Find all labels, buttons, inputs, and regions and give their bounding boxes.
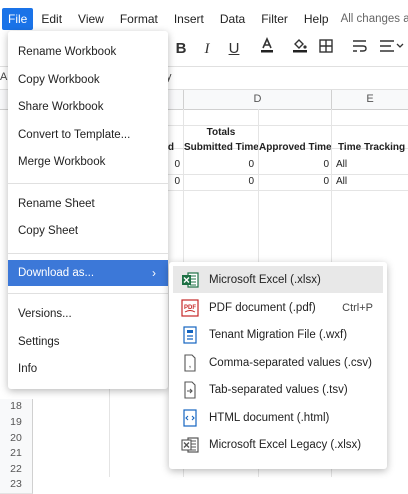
download-pdf-label: PDF document (.pdf) [209,301,316,314]
menu-edit[interactable]: Edit [33,8,70,30]
versions-item[interactable]: Versions... [8,301,168,327]
download-submenu: Microsoft Excel (.xlsx) PDF PDF document… [169,262,387,469]
download-xlsx-item[interactable]: Microsoft Excel (.xlsx) [173,266,383,293]
menu-separator [8,293,168,294]
menu-data[interactable]: Data [212,8,253,30]
column-header-d[interactable]: D [184,90,332,110]
menu-view[interactable]: View [70,8,112,30]
menu-filter[interactable]: Filter [253,8,296,30]
download-html-label: HTML document (.html) [209,411,330,424]
text-color-icon[interactable] [258,36,276,62]
row-header[interactable]: 23 [0,477,33,494]
italic-icon[interactable]: I [199,36,215,62]
download-wxf-label: Tenant Migration File (.wxf) [209,328,348,341]
time-tracking-header[interactable]: Time Tracking [338,142,408,153]
download-xlsx-label: Microsoft Excel (.xlsx) [209,273,321,286]
bold-icon[interactable]: B [172,36,190,62]
file-menu: Rename Workbook Copy Workbook Share Work… [8,31,168,389]
pdf-shortcut: Ctrl+P [342,301,373,314]
download-xlsx-legacy-item[interactable]: Microsoft Excel Legacy (.xlsx) [173,431,383,458]
rename-workbook-item[interactable]: Rename Workbook [8,39,168,65]
download-csv-item[interactable]: , Comma-separated values (.csv) [173,349,383,376]
menu-help[interactable]: Help [296,8,337,30]
merge-workbook-item[interactable]: Merge Workbook [8,149,168,175]
borders-icon[interactable] [316,36,336,62]
copy-sheet-item[interactable]: Copy Sheet [8,218,168,244]
migration-file-icon [181,325,199,344]
table-cell[interactable]: 0 [184,159,254,170]
row-header[interactable]: 21 [0,446,33,463]
excel-icon [181,271,199,289]
align-icon[interactable] [378,36,406,62]
chevron-right-icon: › [152,266,156,280]
download-xlsx-legacy-label: Microsoft Excel Legacy (.xlsx) [209,438,362,451]
totals-header[interactable]: Totals [184,127,258,138]
excel-legacy-icon [181,436,199,454]
table-cell[interactable]: 0 [184,176,254,187]
info-item[interactable]: Info [8,356,168,382]
wrap-icon[interactable] [350,36,370,62]
download-tsv-label: Tab-separated values (.tsv) [209,383,348,396]
svg-text:,: , [189,362,191,369]
menu-bar: File Edit View Format Insert Data Filter… [0,8,408,30]
download-pdf-item[interactable]: PDF PDF document (.pdf) Ctrl+P [173,294,383,321]
menu-format[interactable]: Format [112,8,166,30]
copy-workbook-item[interactable]: Copy Workbook [8,67,168,93]
table-cell[interactable]: All [336,176,406,187]
menu-insert[interactable]: Insert [166,8,212,30]
table-cell[interactable]: 0 [259,159,329,170]
settings-item[interactable]: Settings [8,329,168,355]
menu-separator [8,253,168,254]
convert-to-template-item[interactable]: Convert to Template... [8,122,168,148]
menu-separator [8,183,168,184]
row-header[interactable]: 18 [0,399,33,416]
underline-icon[interactable]: U [225,36,243,62]
fill-color-icon[interactable] [290,36,310,62]
download-as-item[interactable]: Download as... › [8,260,168,286]
table-cell[interactable]: 0 [259,176,329,187]
download-tsv-item[interactable]: Tab-separated values (.tsv) [173,376,383,403]
download-csv-label: Comma-separated values (.csv) [209,356,372,369]
column-header-e[interactable]: E [332,90,408,110]
download-html-item[interactable]: HTML document (.html) [173,404,383,431]
share-workbook-item[interactable]: Share Workbook [8,94,168,120]
submitted-time-header[interactable]: Submitted Time [184,142,258,153]
download-wxf-item[interactable]: Tenant Migration File (.wxf) [173,321,383,348]
row-header[interactable]: 19 [0,415,33,432]
html-icon [181,408,199,427]
table-cell[interactable]: All [336,159,406,170]
cell-reference: A [0,71,8,83]
save-status: All changes ar [340,13,408,25]
csv-icon: , [181,353,199,372]
rename-sheet-item[interactable]: Rename Sheet [8,191,168,217]
download-as-label: Download as... [18,267,95,279]
approved-time-header[interactable]: Approved Time [259,142,331,153]
menu-file[interactable]: File [2,8,34,30]
tsv-icon [181,380,199,399]
pdf-icon: PDF [181,298,199,317]
